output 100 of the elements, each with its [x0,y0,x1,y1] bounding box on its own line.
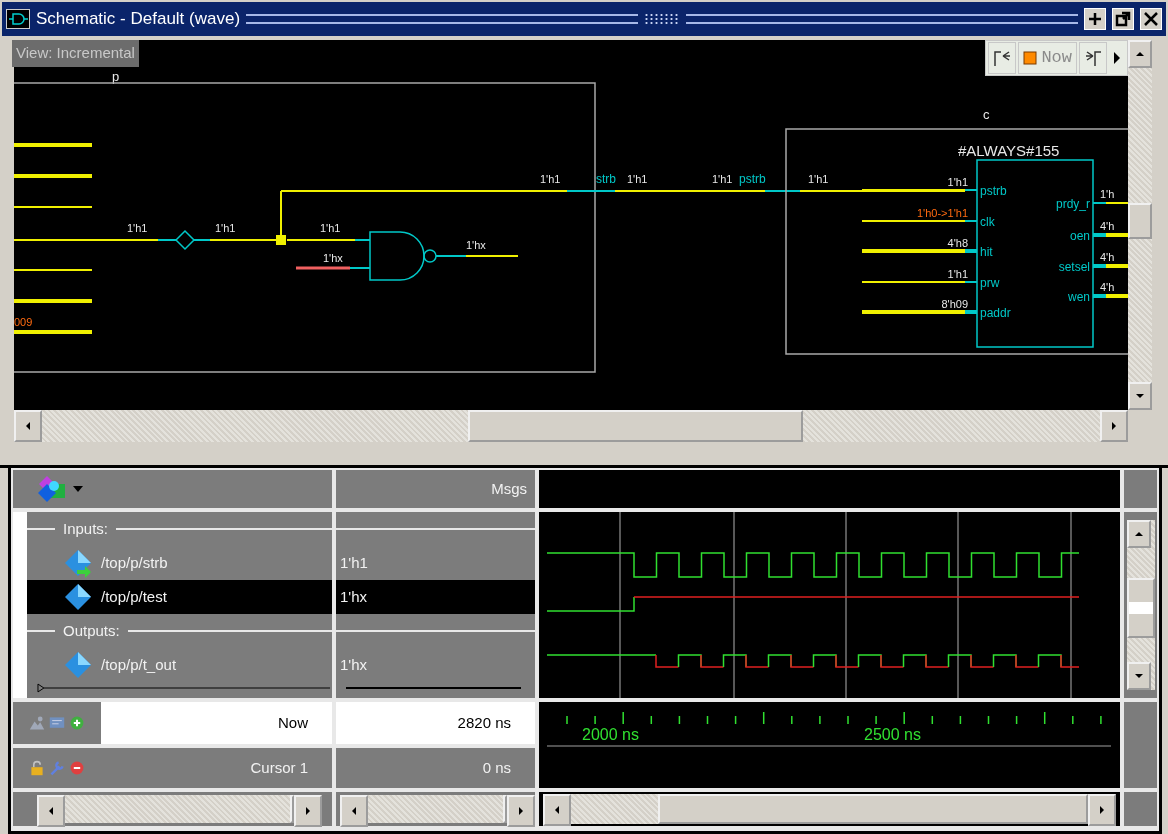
scrollbar-thumb[interactable] [658,794,1088,824]
window-arrow-icon [1114,10,1132,28]
scroll-up-button[interactable] [1126,520,1151,548]
port-label: paddr [980,306,1011,320]
net-value: 1'h1 [947,268,968,280]
port-label: prw [980,276,1000,290]
net-value: 1'h1 [947,176,968,188]
value-row[interactable]: 1'hx [336,580,535,614]
time-label: 2000 ns [582,726,639,743]
cursor-time: 0 ns [336,748,535,788]
signal-row[interactable]: /top/p/test [27,580,332,614]
group-label: Inputs: [63,518,109,539]
scroll-right-button[interactable] [1088,794,1116,826]
right-arrow-icon [1109,421,1119,431]
caret-icon [73,486,83,492]
group-label: Outputs: [63,620,120,641]
cursor-time: 2820 ns [336,702,535,744]
scrollbar-thumb[interactable] [1128,202,1152,239]
scrollbar-thumb[interactable] [468,410,804,442]
net-value: 1'h1 [540,173,561,185]
net-value: 1'h1 [320,222,341,234]
signal-name: /top/p/t_out [101,654,177,675]
port-label: hit [980,245,993,259]
scrollbar-thumb[interactable] [1126,578,1155,638]
buffer-symbol [174,229,196,251]
value-row[interactable]: 1'hx [336,648,535,682]
net-value: 1'h1 [127,222,148,234]
net-value: 1'h1 [712,173,733,185]
net-value: 4'h [1100,251,1115,263]
close-button[interactable] [1140,8,1162,30]
instance-label: c [983,107,990,122]
scrollbar-thumb[interactable] [290,795,294,823]
scroll-down-button[interactable] [1128,382,1152,410]
step-back-icon [993,48,1012,68]
right-arrow-icon [1113,51,1121,65]
net-value: 1'hx [323,252,343,264]
signal-row[interactable]: /top/p/strb [27,546,332,580]
maximize-button[interactable] [1084,8,1106,30]
step-forward-button[interactable] [1079,42,1107,74]
wire [1093,264,1128,268]
scroll-left-button[interactable] [37,795,65,827]
net-value: 1'h0->1'h1 [917,207,968,219]
scroll-up-button[interactable] [1128,40,1152,68]
close-icon [1142,10,1160,28]
scroll-right-button[interactable] [1100,410,1128,442]
lock-icon [29,758,45,778]
net-value: 1'h1 [808,173,829,185]
square-icon [1023,51,1038,65]
port-label: clk [980,215,995,229]
step-forward-icon [1084,48,1102,68]
undock-button[interactable] [1112,8,1134,30]
value-row[interactable]: 1'h1 [336,546,535,580]
grip-handle[interactable] [644,13,681,25]
scroll-right-button[interactable] [294,795,322,827]
right-arrow-icon [516,806,526,816]
scroll-left-button[interactable] [14,410,42,442]
right-arrow-icon [1097,805,1107,815]
scroll-left-button[interactable] [340,795,368,827]
port-label: setsel [1058,260,1090,274]
net-value: 1'h [1100,188,1115,200]
column-heading: Msgs [491,478,527,499]
scrollbar-thumb[interactable] [503,795,507,823]
instance-label: p [112,69,120,84]
time-label: 2500 ns [864,726,921,743]
scroll-down-button[interactable] [1126,662,1151,690]
port-label: strb [596,172,616,186]
net-value: 4'h8 [947,237,968,249]
port-label: oen [1069,229,1090,243]
signal-row[interactable]: /top/p/t_out [27,648,332,682]
port-label: pstrb [739,172,766,186]
wire [1092,202,1128,204]
net-value: 8'h09 [941,298,968,310]
scroll-left-button[interactable] [543,794,571,826]
port-label: pstrb [980,184,1007,198]
step-back-button[interactable] [988,42,1017,74]
signal-name: /top/p/strb [101,552,168,573]
cursor-label: Now [101,702,332,744]
net-value: 4'h [1100,281,1115,293]
scrollbar-track[interactable] [14,410,1128,442]
view-mode-label: View: Incremental [12,40,139,67]
net-value: 4'h [1100,220,1115,232]
add-wave-dropdown[interactable] [37,474,83,504]
scrollbar-track[interactable] [1128,40,1152,410]
right-arrow-icon [303,806,313,816]
net-value: 1'h1 [215,222,236,234]
net-value: 009 [14,316,33,328]
down-arrow-icon [1135,391,1145,401]
header-panel [1124,470,1157,508]
signal-value: 1'hx [340,654,368,675]
now-button[interactable]: Now [1018,42,1077,74]
up-arrow-icon [1135,49,1145,59]
wire [1093,233,1128,237]
down-arrow-icon [1133,671,1144,681]
cursor-label: Cursor 1 [249,757,309,778]
signal-name: /top/p/test [101,586,167,607]
port-label: prdy_r [1056,197,1090,211]
scroll-right-button[interactable] [507,795,535,827]
window-title: Schematic - Default (wave) [36,8,241,31]
scroll-panel [1124,792,1157,826]
plus-icon [1086,10,1104,28]
